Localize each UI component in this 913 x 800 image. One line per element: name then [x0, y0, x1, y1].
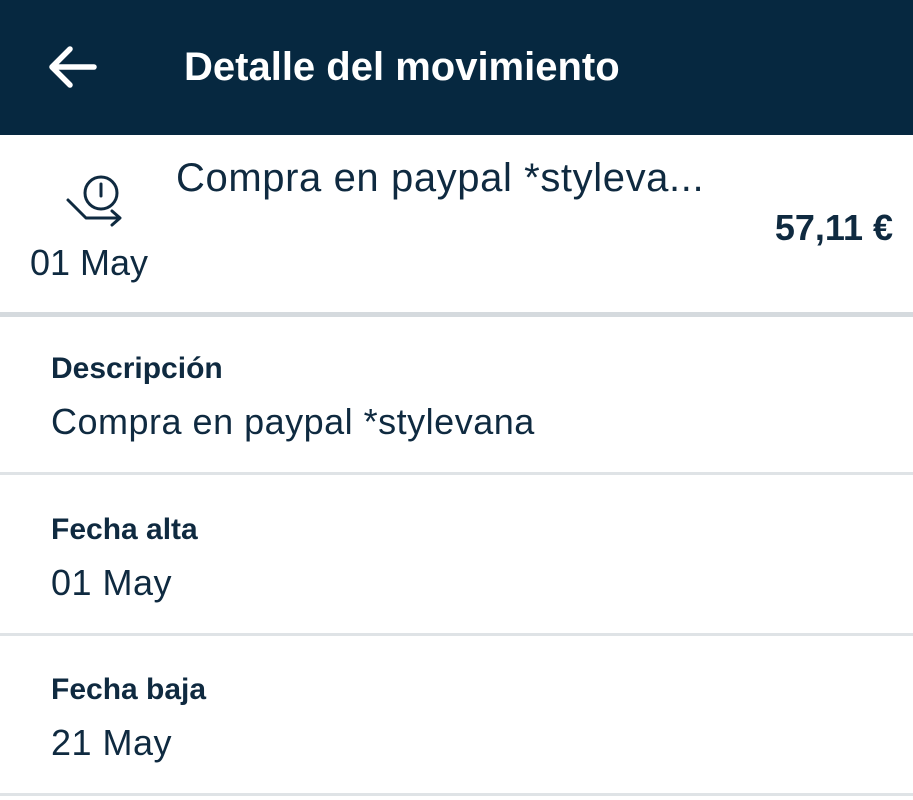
row-divider	[0, 633, 913, 636]
detail-value: 01 May	[51, 562, 173, 603]
detail-label: Fecha alta	[51, 513, 198, 546]
detail-value: Compra en paypal *stylevana	[51, 401, 535, 442]
row-divider	[0, 472, 913, 475]
back-button[interactable]	[46, 44, 98, 90]
transaction-amount: 57,11 €	[774, 207, 893, 248]
detail-fecha-alta: Fecha alta 01 May	[0, 478, 913, 636]
clock-return-icon	[64, 172, 128, 230]
detail-value: 21 May	[51, 722, 173, 763]
transaction-date: 01 May	[30, 242, 149, 283]
detail-description: Descripción Compra en paypal *stylevana	[0, 317, 913, 475]
detail-fecha-baja: Fecha baja 21 May	[0, 638, 913, 796]
app-bar: Detalle del movimiento	[0, 0, 913, 135]
row-divider	[0, 793, 913, 796]
detail-label: Fecha baja	[51, 673, 207, 706]
transaction-summary: Compra en paypal *styleva... 57,11 € 01 …	[0, 135, 913, 313]
page-title: Detalle del movimiento	[184, 45, 620, 89]
transaction-title: Compra en paypal *styleva...	[176, 156, 705, 200]
detail-label: Descripción	[51, 352, 223, 385]
arrow-left-icon	[49, 46, 97, 88]
